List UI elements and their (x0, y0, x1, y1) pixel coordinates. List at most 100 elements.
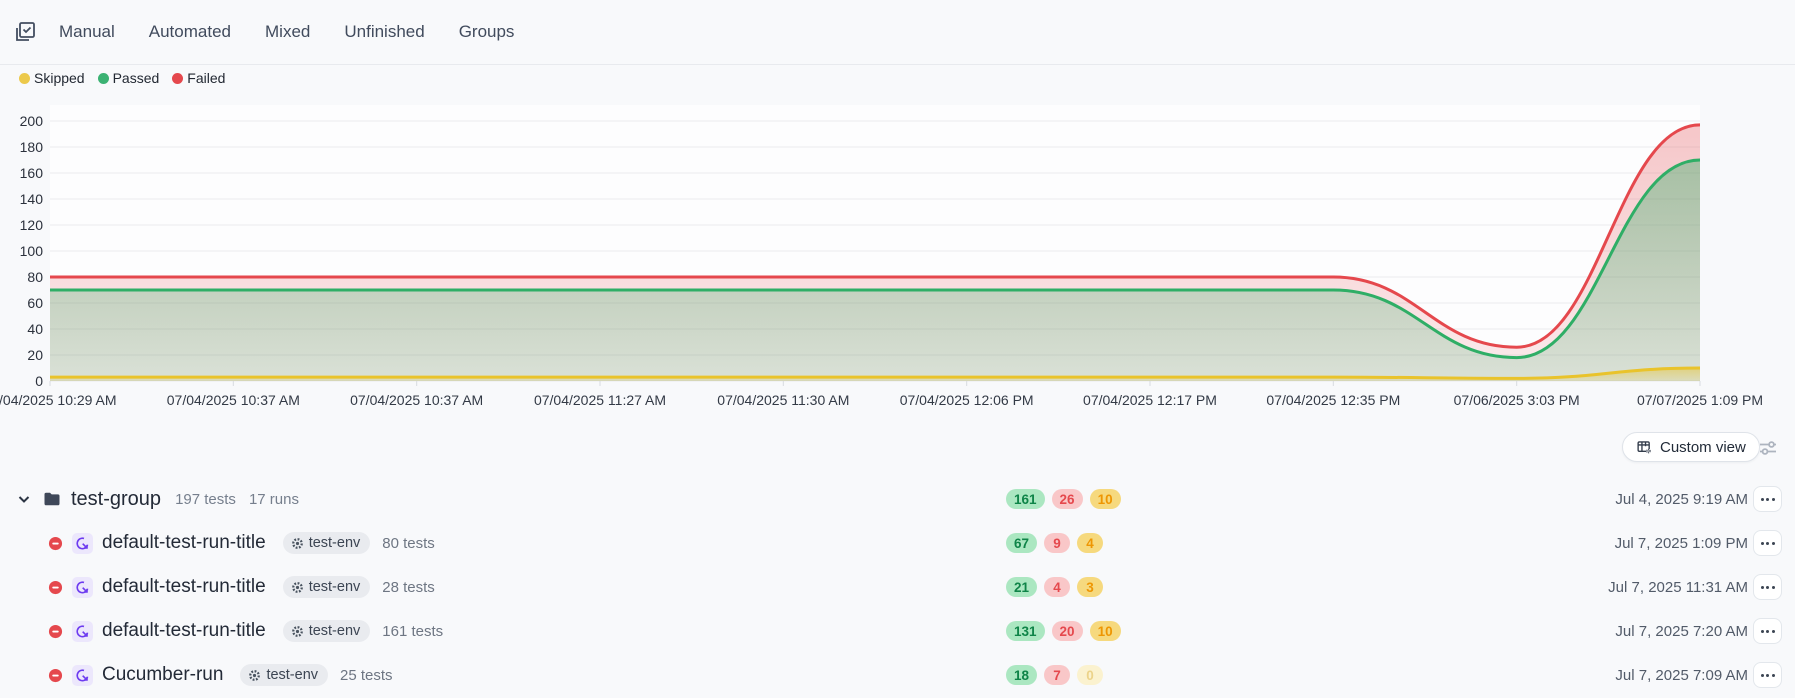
environment-label: test-env (309, 579, 361, 595)
run-date: Jul 7, 2025 7:09 AM (1615, 667, 1748, 684)
skipped-badge: 0 (1077, 665, 1103, 685)
run-title: default-test-run-title (102, 620, 266, 642)
y-tick-label: 200 (0, 113, 43, 129)
result-badges: 67 9 4 (1006, 533, 1103, 553)
test-run-icon (72, 577, 93, 598)
passed-dot-icon (98, 73, 109, 84)
table-row-run[interactable]: default-test-run-title test-env 161 test… (0, 609, 1795, 653)
more-actions-button[interactable] (1753, 618, 1782, 644)
gear-icon (291, 537, 304, 550)
passed-badge: 131 (1006, 621, 1045, 641)
result-badges: 161 26 10 (1006, 489, 1121, 509)
gear-icon (291, 625, 304, 638)
test-results-area-chart (50, 105, 1700, 381)
failed-dot-icon (172, 73, 183, 84)
folder-icon (42, 489, 62, 509)
result-badges: 18 7 0 (1006, 665, 1103, 685)
table-row-run[interactable]: default-test-run-title test-env 80 tests… (0, 521, 1795, 565)
run-tests-count: 161 tests (382, 623, 443, 640)
legend-item-failed[interactable]: Failed (172, 70, 225, 86)
chevron-down-icon[interactable] (16, 491, 32, 507)
legend-label: Skipped (34, 70, 85, 86)
group-tests-count: 197 tests (175, 491, 236, 508)
tab-automated[interactable]: Automated (149, 18, 231, 46)
table-row-group[interactable]: test-group 197 tests 17 runs 161 26 10 J… (0, 477, 1795, 521)
display-settings-icon[interactable] (1757, 437, 1779, 459)
x-tick-label: 07/06/2025 3:03 PM (1454, 392, 1580, 408)
run-date: Jul 4, 2025 9:19 AM (1615, 491, 1748, 508)
y-tick-label: 80 (0, 269, 43, 285)
x-tick-label: 07/04/2025 12:17 PM (1083, 392, 1217, 408)
chart-legend: Skipped Passed Failed (19, 70, 225, 86)
failed-status-icon (48, 536, 63, 551)
x-tick-label: 07/04/2025 12:06 PM (900, 392, 1034, 408)
result-badges: 21 4 3 (1006, 577, 1103, 597)
y-tick-label: 60 (0, 295, 43, 311)
table-row-run[interactable]: default-test-run-title test-env 28 tests… (0, 565, 1795, 609)
failed-badge: 26 (1052, 489, 1083, 509)
chart-y-axis: 0 20 40 60 80 100 120 140 160 180 200 (0, 105, 43, 395)
failed-status-icon (48, 580, 63, 595)
failed-status-icon (48, 668, 63, 683)
passed-badge: 18 (1006, 665, 1037, 685)
more-actions-button[interactable] (1753, 574, 1782, 600)
group-runs-count: 17 runs (249, 491, 299, 508)
x-tick-label: 07/04/2025 11:27 AM (534, 392, 666, 408)
chart-x-axis: 07/04/2025 10:29 AM 07/04/2025 10:37 AM 07… (0, 390, 1795, 412)
test-runs-list: test-group 197 tests 17 runs 161 26 10 J… (0, 477, 1795, 697)
group-title: test-group (71, 488, 161, 511)
y-tick-label: 160 (0, 165, 43, 181)
run-title: default-test-run-title (102, 576, 266, 598)
y-tick-label: 0 (0, 373, 43, 389)
legend-label: Failed (187, 70, 225, 86)
tab-mixed[interactable]: Mixed (265, 18, 310, 46)
y-tick-label: 180 (0, 139, 43, 155)
y-tick-label: 140 (0, 191, 43, 207)
environment-badge[interactable]: test-env (283, 620, 371, 642)
run-date: Jul 7, 2025 1:09 PM (1615, 535, 1748, 552)
y-tick-label: 20 (0, 347, 43, 363)
test-run-icon (72, 665, 93, 686)
x-tick-label: 07/04/2025 10:37 AM (167, 392, 300, 408)
tab-groups[interactable]: Groups (459, 18, 515, 46)
x-tick-label: 07/04/2025 10:37 AM (350, 392, 483, 408)
table-settings-icon (1636, 439, 1653, 456)
bulk-select-icon[interactable] (12, 20, 36, 44)
skipped-badge: 3 (1077, 577, 1103, 597)
more-actions-button[interactable] (1753, 662, 1782, 688)
result-badges: 131 20 10 (1006, 621, 1121, 641)
failed-badge: 7 (1044, 665, 1070, 685)
view-tabs: Manual Automated Mixed Unfinished Groups (59, 18, 514, 46)
run-tests-count: 25 tests (340, 667, 393, 684)
custom-view-button[interactable]: Custom view (1622, 432, 1760, 462)
legend-item-passed[interactable]: Passed (98, 70, 160, 86)
top-tab-bar: Manual Automated Mixed Unfinished Groups (0, 0, 1795, 65)
tab-unfinished[interactable]: Unfinished (344, 18, 424, 46)
environment-label: test-env (309, 535, 361, 551)
gear-icon (248, 669, 261, 682)
legend-item-skipped[interactable]: Skipped (19, 70, 85, 86)
run-tests-count: 28 tests (382, 579, 435, 596)
x-tick-label: 07/07/2025 1:09 PM (1637, 392, 1763, 408)
y-tick-label: 120 (0, 217, 43, 233)
y-tick-label: 40 (0, 321, 43, 337)
failed-badge: 20 (1052, 621, 1083, 641)
x-tick-label: 07/04/2025 10:29 AM (0, 392, 117, 408)
environment-badge[interactable]: test-env (283, 576, 371, 598)
environment-label: test-env (266, 667, 318, 683)
failed-badge: 9 (1044, 533, 1070, 553)
skipped-badge: 10 (1090, 489, 1121, 509)
more-actions-button[interactable] (1753, 486, 1782, 512)
test-run-icon (72, 621, 93, 642)
passed-badge: 161 (1006, 489, 1045, 509)
run-date: Jul 7, 2025 11:31 AM (1608, 579, 1748, 596)
y-tick-label: 100 (0, 243, 43, 259)
run-title: default-test-run-title (102, 532, 266, 554)
skipped-dot-icon (19, 73, 30, 84)
failed-status-icon (48, 624, 63, 639)
more-actions-button[interactable] (1753, 530, 1782, 556)
table-row-run[interactable]: Cucumber-run test-env 25 tests 18 7 0 Ju… (0, 653, 1795, 697)
environment-badge[interactable]: test-env (283, 532, 371, 554)
environment-badge[interactable]: test-env (240, 664, 328, 686)
tab-manual[interactable]: Manual (59, 18, 115, 46)
